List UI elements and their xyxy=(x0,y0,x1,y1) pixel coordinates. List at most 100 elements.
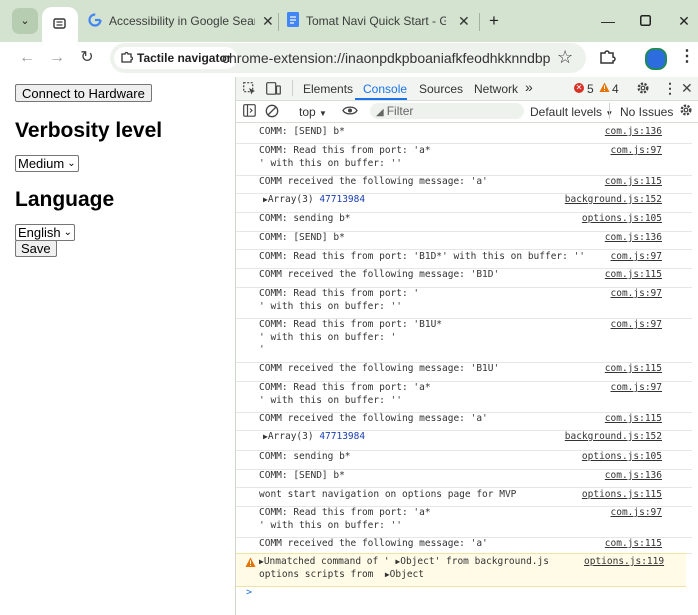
message-source-link[interactable]: options.js:105 xyxy=(582,451,662,464)
filter-funnel-icon: ◢ xyxy=(376,107,384,118)
message-source-link[interactable]: background.js:152 xyxy=(565,431,662,444)
close-tab-icon[interactable]: ✕ xyxy=(458,13,470,30)
log-levels-value: Default levels xyxy=(530,105,603,119)
settings-gear-icon[interactable] xyxy=(636,81,650,98)
message-source-link[interactable]: com.js:97 xyxy=(611,382,662,395)
array-expander[interactable]: Array(3) xyxy=(268,194,314,205)
devtools-menu-icon[interactable]: ⋮ xyxy=(663,80,677,97)
back-button[interactable]: ← xyxy=(15,46,39,70)
more-tabs-icon[interactable]: » xyxy=(525,79,533,95)
warning-count[interactable]: 4 xyxy=(612,82,619,96)
language-select[interactable]: English ⌄ xyxy=(15,224,76,241)
console-message-text: COMM: Read this from port: 'a* ' with th… xyxy=(259,382,431,406)
message-source-link[interactable]: options.js:115 xyxy=(582,489,662,502)
forward-button[interactable]: → xyxy=(45,46,69,70)
chevron-down-icon: ⌄ xyxy=(67,158,76,169)
error-count[interactable]: 5 xyxy=(587,82,594,96)
browser-menu-icon[interactable]: ⋮ xyxy=(679,46,695,66)
minimize-button[interactable]: — xyxy=(596,9,620,33)
console-message-text: COMM: sending b* xyxy=(259,451,351,462)
language-heading: Language xyxy=(15,188,115,211)
log-levels-select[interactable]: Default levels ▼ xyxy=(530,105,613,119)
message-source-link[interactable]: background.js:152 xyxy=(565,194,662,207)
site-chip-label: Tactile navigator xyxy=(137,51,232,65)
console-message-text: COMM received the following message: 'a' xyxy=(259,538,488,549)
extensions-icon[interactable] xyxy=(599,48,616,68)
url-text[interactable]: chrome-extension://inaonpdkpboaniafkfeod… xyxy=(222,50,550,66)
tab-sources[interactable]: Sources xyxy=(419,82,463,96)
dropdown-triangle-icon: ▼ xyxy=(319,109,327,118)
message-source-link[interactable]: com.js:115 xyxy=(605,413,662,426)
maximize-button[interactable] xyxy=(633,9,657,33)
console-message-text: COMM: Read this from port: 'B1U* ' with … xyxy=(259,319,443,355)
bookmark-star-icon[interactable]: ☆ xyxy=(557,47,573,68)
tab-accessibility[interactable]: Accessibility in Google Search - ✕ xyxy=(82,6,274,36)
console-message-text: ▶Array(3) 47713984 xyxy=(263,431,365,444)
tab-separator xyxy=(479,13,480,31)
console-message-text: COMM: [SEND] b* xyxy=(259,126,345,137)
console-message-text: COMM: Read this from port: 'a* ' with th… xyxy=(259,145,431,169)
error-icon: ✕ xyxy=(574,83,584,93)
inspect-element-icon[interactable] xyxy=(243,82,256,98)
close-devtools-icon[interactable]: ✕ xyxy=(681,80,693,97)
object-expander[interactable]: Object xyxy=(390,569,424,580)
close-window-button[interactable]: ✕ xyxy=(672,9,696,33)
message-source-link[interactable]: com.js:136 xyxy=(605,126,662,139)
console-message-text: wont start navigation on options page fo… xyxy=(259,489,517,500)
warning-line-2: options scripts from ▶Object xyxy=(259,569,424,582)
message-source-link[interactable]: com.js:115 xyxy=(605,363,662,376)
tab-title: Tomat Navi Quick Start - Googl xyxy=(306,14,446,28)
console-filter-input[interactable]: ◢ Filter xyxy=(370,103,524,119)
object-expander[interactable]: Object xyxy=(400,556,434,567)
console-message-text: COMM received the following message: 'B1… xyxy=(259,269,500,280)
warning-icon xyxy=(599,82,610,96)
console-settings-gear-icon[interactable] xyxy=(679,103,693,120)
connect-hardware-button[interactable]: Connect to Hardware xyxy=(15,84,152,102)
warning-text-1a: Unmatched command of ' xyxy=(263,556,390,567)
console-prompt[interactable]: > xyxy=(246,587,252,598)
array-value: 47713984 xyxy=(319,431,366,442)
live-expression-eye-icon[interactable] xyxy=(342,105,358,119)
save-button[interactable]: Save xyxy=(15,240,57,257)
console-message-text: COMM: Read this from port: ' ' with this… xyxy=(259,288,420,312)
message-source-link[interactable]: options.js:119 xyxy=(584,556,664,569)
chevron-down-icon: ⌄ xyxy=(63,227,73,238)
message-source-link[interactable]: options.js:105 xyxy=(582,213,662,226)
close-tab-icon[interactable]: ✕ xyxy=(262,13,274,30)
sidebar-toggle-icon[interactable] xyxy=(243,104,256,120)
profile-avatar[interactable] xyxy=(645,48,667,70)
verbosity-select-value: Medium xyxy=(18,156,65,171)
console-message-text: COMM: sending b* xyxy=(259,213,351,224)
tab-quick-start[interactable]: Tomat Navi Quick Start - Googl ✕ xyxy=(283,6,475,36)
tab-network[interactable]: Network xyxy=(474,82,518,96)
console-message-text: ▶Array(3) 47713984 xyxy=(263,194,365,207)
message-source-link[interactable]: com.js:97 xyxy=(611,507,662,520)
verbosity-select[interactable]: Medium ⌄ xyxy=(15,155,79,172)
message-source-link[interactable]: com.js:136 xyxy=(605,232,662,245)
console-message-text: COMM: [SEND] b* xyxy=(259,470,345,481)
message-source-link[interactable]: com.js:97 xyxy=(611,145,662,158)
message-source-link[interactable]: com.js:115 xyxy=(605,538,662,551)
site-info-chip[interactable]: Tactile navigator xyxy=(114,47,238,69)
tab-elements[interactable]: Elements xyxy=(303,82,353,96)
tab-search-chevron-icon[interactable]: ⌄ xyxy=(12,8,38,34)
new-tab-button[interactable]: + xyxy=(482,9,506,33)
array-value: 47713984 xyxy=(319,194,366,205)
clear-console-icon[interactable] xyxy=(265,104,279,121)
context-select[interactable]: top ▼ xyxy=(299,105,327,119)
tab-title: Accessibility in Google Search - xyxy=(109,14,255,28)
device-toolbar-icon[interactable] xyxy=(266,82,281,98)
message-source-link[interactable]: com.js:115 xyxy=(605,176,662,189)
message-source-link[interactable]: com.js:136 xyxy=(605,470,662,483)
tab-active[interactable] xyxy=(42,7,78,42)
array-expander[interactable]: Array(3) xyxy=(268,431,314,442)
issues-counter[interactable]: No Issues xyxy=(620,105,673,119)
message-source-link[interactable]: com.js:97 xyxy=(611,251,662,264)
message-source-link[interactable]: com.js:97 xyxy=(611,319,662,332)
tab-console[interactable]: Console xyxy=(363,82,407,96)
extension-page-icon xyxy=(53,17,66,33)
docs-icon xyxy=(287,12,299,30)
reload-button[interactable]: ↻ xyxy=(75,46,99,70)
message-source-link[interactable]: com.js:115 xyxy=(605,269,662,282)
message-source-link[interactable]: com.js:97 xyxy=(611,288,662,301)
